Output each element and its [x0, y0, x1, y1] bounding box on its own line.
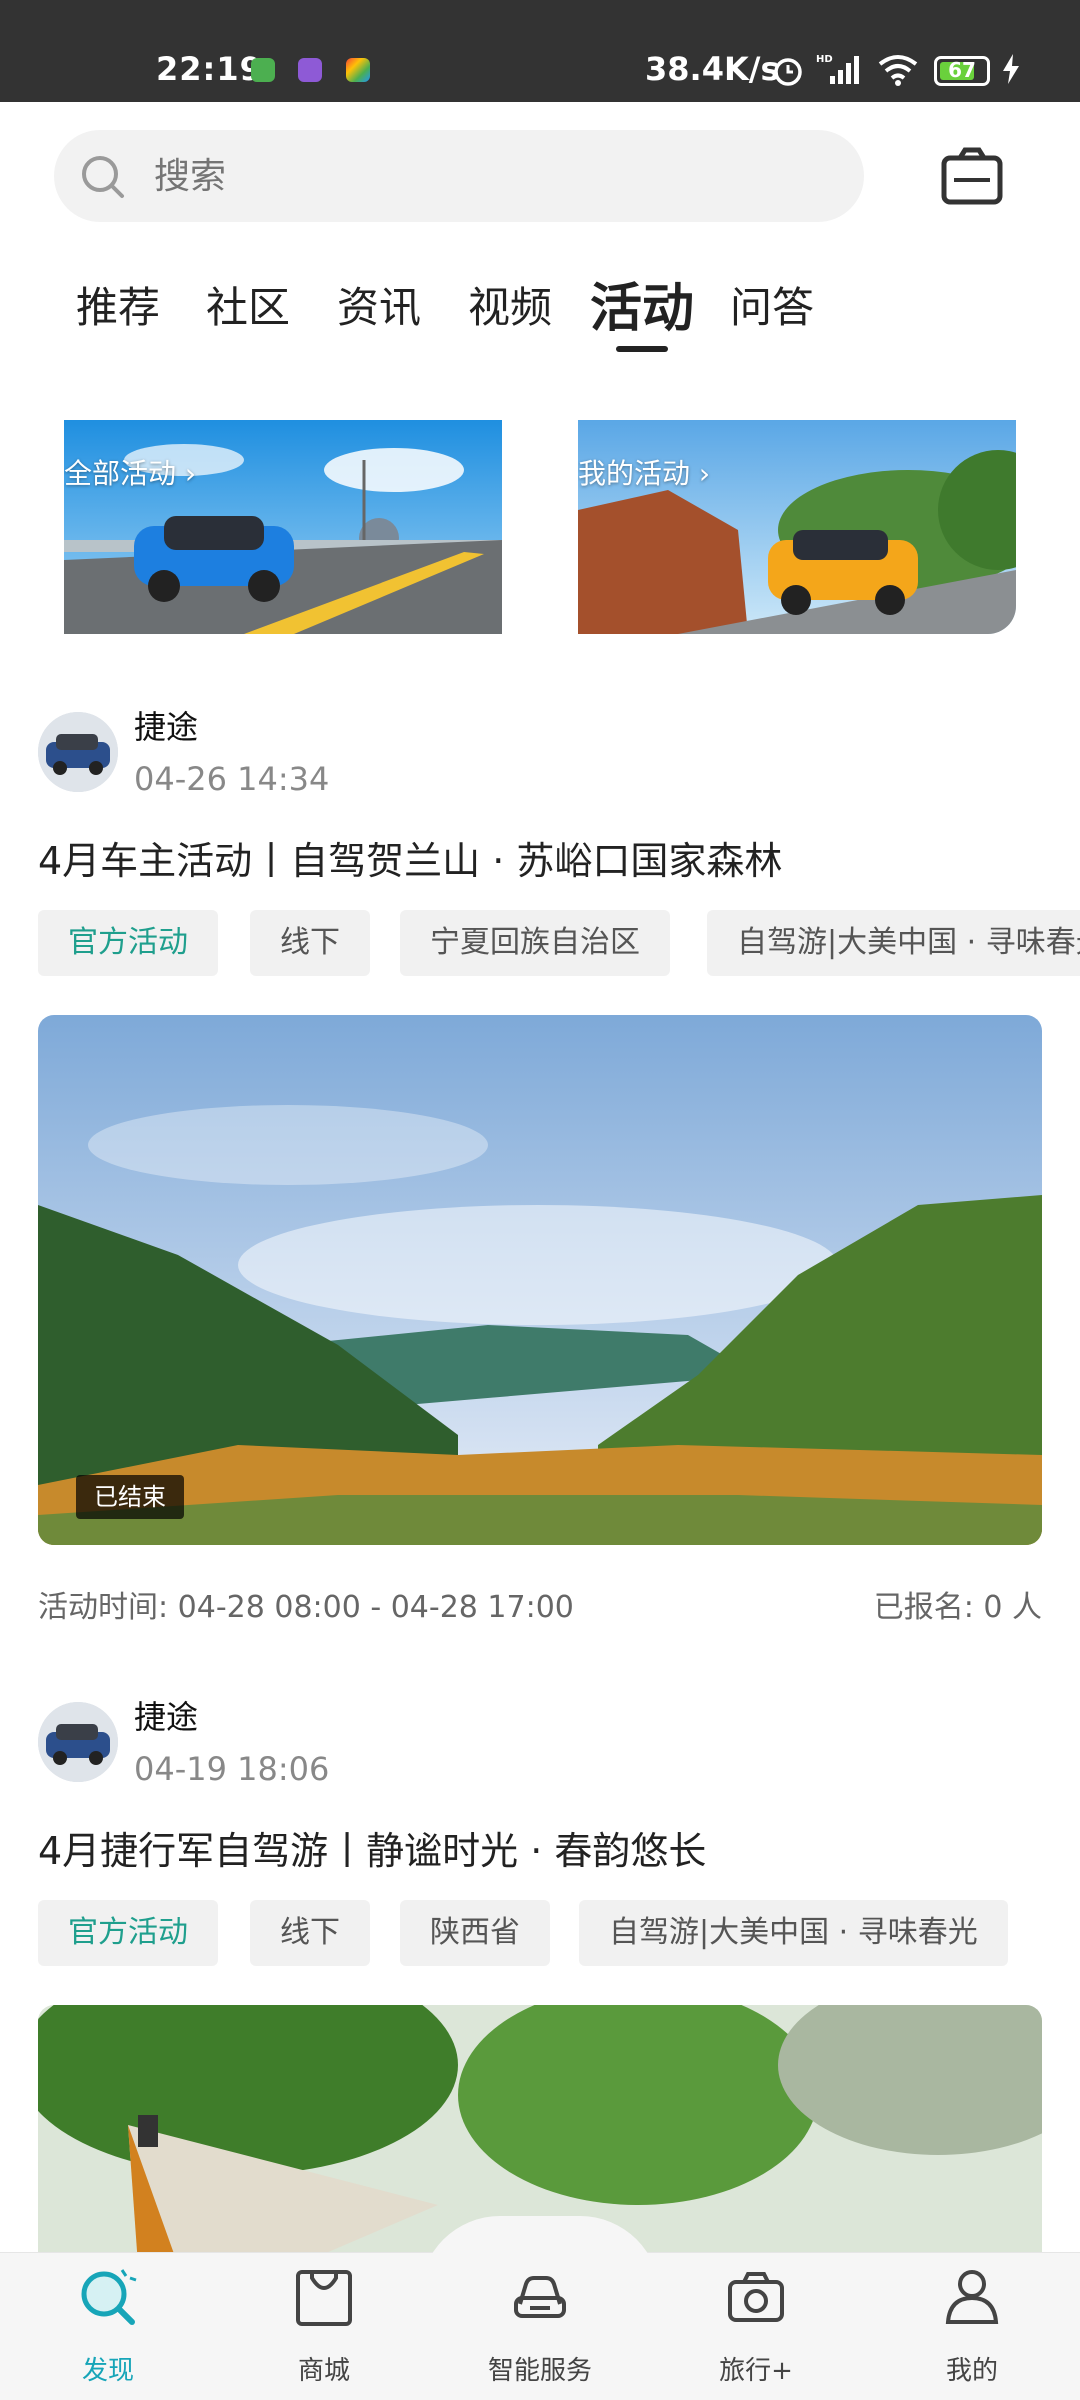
tab-recommend[interactable]: 推荐 — [76, 274, 160, 335]
all-activities-banner[interactable]: 全部活动 › — [64, 420, 502, 634]
tab-news[interactable]: 资讯 — [337, 274, 421, 335]
tag-region[interactable]: 陕西省 — [400, 1900, 550, 1966]
author-avatar[interactable] — [38, 712, 118, 792]
active-tab-indicator — [616, 346, 668, 352]
status-badge-ended: 已结束 — [76, 1475, 184, 1519]
battery-level: 67 — [948, 58, 976, 82]
nav-discover-label: 发现 — [81, 2356, 134, 2386]
post-title[interactable]: 4月车主活动丨自驾贺兰山 · 苏峪口国家森林 — [38, 830, 782, 885]
search-input[interactable] — [154, 152, 754, 200]
hd-signal-icon: HD — [816, 54, 859, 84]
status-time: 22:19 — [156, 50, 263, 88]
car-service-icon — [514, 2276, 566, 2318]
my-activities-label: 我的活动 › — [578, 457, 711, 490]
alarm-icon — [774, 58, 802, 86]
suv-avatar-image — [38, 1702, 118, 1782]
tab-video[interactable]: 视频 — [468, 274, 552, 335]
suv-avatar-image — [38, 712, 118, 792]
tag-row: 官方活动 线下 宁夏回族自治区 自驾游|大美中国 · 寻味春光 — [38, 910, 1080, 976]
author-name[interactable]: 捷途 — [134, 702, 198, 748]
colorful-app-icon — [346, 58, 370, 82]
tag-offline[interactable]: 线下 — [250, 910, 370, 976]
tag-topic[interactable]: 自驾游|大美中国 · 寻味春光 — [579, 1900, 1008, 1966]
tab-qa[interactable]: 问答 — [730, 274, 814, 335]
nav-mall[interactable]: 商城 — [254, 2264, 394, 2394]
activity-time: 活动时间: 04-28 08:00 - 04-28 17:00 — [38, 1590, 574, 1625]
post-title[interactable]: 4月捷行军自驾游丨静谧时光 · 春韵悠长 — [38, 1820, 706, 1875]
cloud-app-icon — [298, 58, 322, 82]
tab-activities[interactable]: 活动 — [590, 266, 694, 341]
post-time: 04-26 14:34 — [134, 760, 330, 798]
category-tabs: 推荐 社区 资讯 视频 活动 问答 — [0, 260, 1080, 360]
nav-discover[interactable]: 发现 — [38, 2264, 178, 2394]
tag-region[interactable]: 宁夏回族自治区 — [400, 910, 670, 976]
nav-profile-label: 我的 — [945, 2356, 998, 2386]
wifi-icon — [878, 55, 918, 86]
my-activities-banner[interactable]: 我的活动 › — [578, 420, 1016, 634]
network-speed: 38.4K/s — [645, 50, 780, 88]
status-bar: 22:19 38.4K/s HD 67 — [0, 0, 1080, 102]
scan-camera-icon[interactable] — [940, 146, 1004, 206]
travel-camera-icon — [728, 2272, 784, 2322]
tag-topic[interactable]: 自驾游|大美中国 · 寻味春光 — [707, 910, 1080, 976]
post-time: 04-19 18:06 — [134, 1750, 330, 1788]
nav-profile[interactable]: 我的 — [902, 2264, 1042, 2394]
search-bar[interactable] — [54, 130, 864, 222]
nav-mall-label: 商城 — [297, 2356, 350, 2386]
mountain-forest-image — [38, 1015, 1042, 1545]
signup-count: 已报名: 0 人 — [873, 1590, 1042, 1625]
shopping-bag-icon — [296, 2270, 352, 2326]
tag-offline[interactable]: 线下 — [250, 1900, 370, 1966]
svg-text:HD: HD — [816, 54, 833, 65]
profile-icon — [945, 2270, 999, 2324]
author-name[interactable]: 捷途 — [134, 1692, 198, 1738]
nav-travel[interactable]: 旅行+ — [686, 2264, 826, 2394]
nav-smart-service[interactable]: 智能服务 — [470, 2264, 610, 2394]
battery-icon: 67 — [934, 56, 990, 86]
tag-official[interactable]: 官方活动 — [38, 910, 218, 976]
tag-official[interactable]: 官方活动 — [38, 1900, 218, 1966]
nav-travel-label: 旅行+ — [719, 2356, 793, 2386]
author-avatar[interactable] — [38, 1702, 118, 1782]
tab-community[interactable]: 社区 — [206, 274, 290, 335]
discover-icon — [81, 2269, 137, 2325]
post-cover-image[interactable]: 已结束 — [38, 1015, 1042, 1545]
wechat-app-icon — [251, 58, 275, 82]
search-icon — [82, 156, 124, 198]
all-activities-label: 全部活动 › — [64, 457, 197, 490]
tag-row: 官方活动 线下 陕西省 自驾游|大美中国 · 寻味春光 — [38, 1900, 1080, 1966]
charging-icon — [1003, 54, 1019, 84]
nav-smart-service-label: 智能服务 — [487, 2356, 592, 2386]
